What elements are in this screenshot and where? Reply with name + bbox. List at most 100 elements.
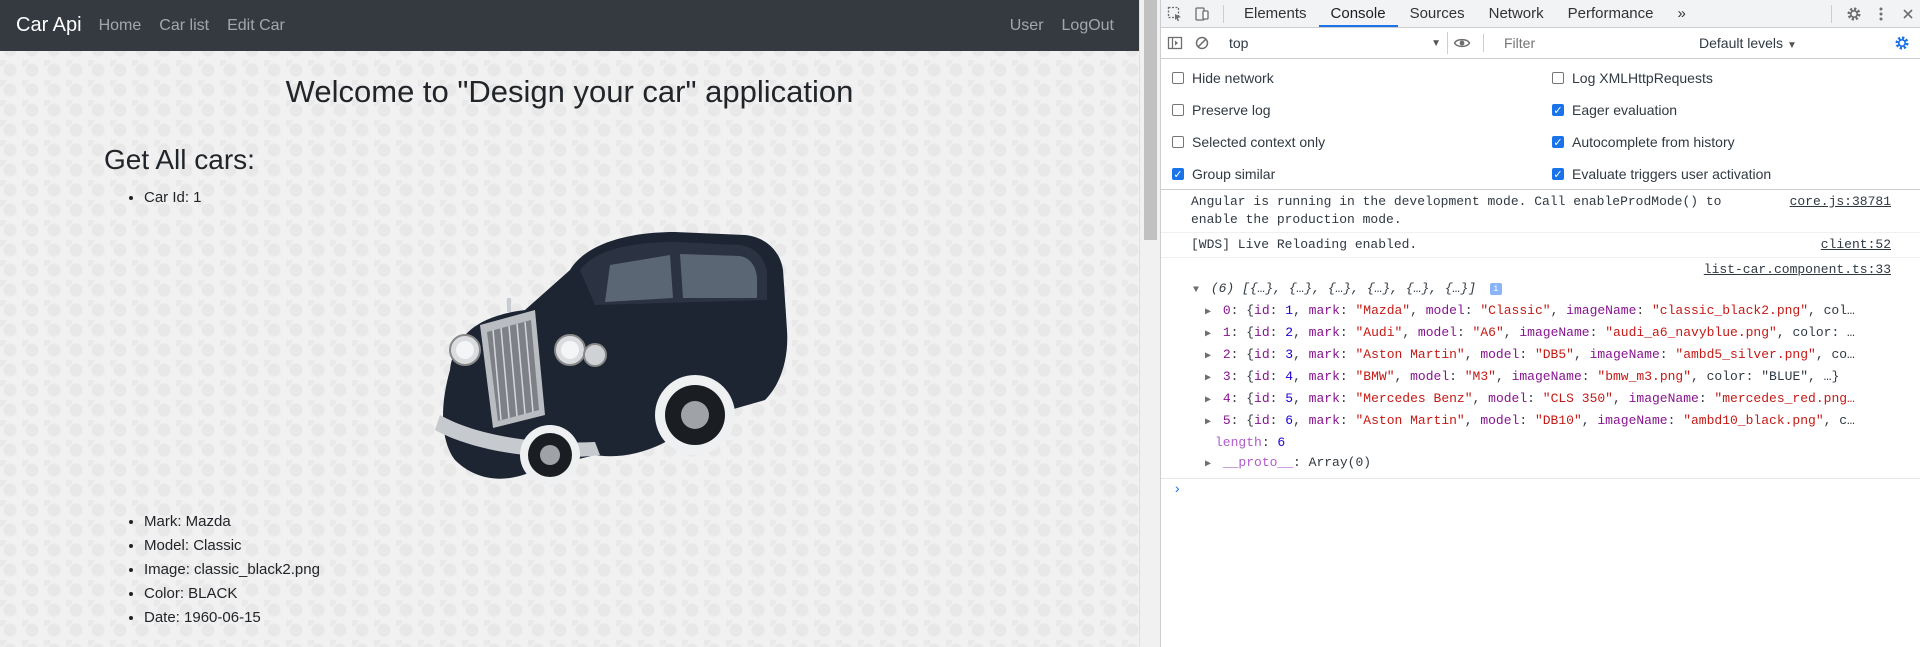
- entry-model: "DB10": [1534, 413, 1582, 428]
- checkbox-eager-evaluation[interactable]: ✓: [1552, 104, 1564, 117]
- checkbox-selected-context-only[interactable]: [1172, 136, 1184, 148]
- checkbox-preserve-log[interactable]: [1172, 104, 1184, 116]
- setting-selected-context-only[interactable]: Selected context only: [1172, 134, 1325, 150]
- collapsed-triangle-icon[interactable]: ▶: [1205, 347, 1215, 367]
- entry-image: "bmw_m3.png": [1597, 369, 1692, 384]
- entry-index: 5: [1222, 413, 1231, 428]
- entry-id: 4: [1285, 369, 1294, 384]
- tab-console[interactable]: Console: [1318, 0, 1398, 27]
- array-entry[interactable]: ▶ 4: {id: 5, mark: "Mercedes Benz", mode…: [1173, 389, 1909, 411]
- checkbox-group-similar[interactable]: ✓: [1172, 168, 1184, 181]
- setting-eager-evaluation[interactable]: ✓ Eager evaluation: [1552, 102, 1677, 118]
- entry-index: 0: [1222, 303, 1231, 318]
- nav-home[interactable]: Home: [90, 17, 151, 35]
- settings-gear-icon[interactable]: [1840, 0, 1867, 27]
- checkbox-autocomplete-history[interactable]: ✓: [1552, 136, 1564, 149]
- car-id-item: Car Id: 1: [144, 186, 202, 210]
- array-entry[interactable]: ▶ 3: {id: 4, mark: "BMW", model: "M3", i…: [1173, 367, 1909, 389]
- entry-rest: , color: "BLUE", …}: [1691, 369, 1840, 384]
- tab-elements[interactable]: Elements: [1232, 0, 1319, 27]
- setting-autocomplete-history[interactable]: ✓ Autocomplete from history: [1552, 134, 1735, 150]
- collapsed-triangle-icon[interactable]: ▶: [1205, 413, 1215, 433]
- entry-mark: "Mercedes Benz": [1355, 391, 1473, 406]
- car-detail-image: Image: classic_black2.png: [144, 558, 320, 582]
- console-settings-gear-icon[interactable]: [1888, 30, 1915, 57]
- nav-logout[interactable]: LogOut: [1053, 17, 1123, 35]
- live-expression-eye-icon[interactable]: [1448, 30, 1475, 57]
- console-filter-input[interactable]: [1500, 32, 1683, 54]
- setting-label: Preserve log: [1192, 102, 1271, 118]
- entry-model: "A6": [1472, 325, 1504, 340]
- entry-index: 4: [1222, 391, 1231, 406]
- scrollbar-thumb[interactable]: [1144, 0, 1157, 240]
- tab-sources[interactable]: Sources: [1398, 0, 1477, 27]
- checkbox-hide-network[interactable]: [1172, 72, 1184, 84]
- array-entry[interactable]: ▶ 1: {id: 2, mark: "Audi", model: "A6", …: [1173, 323, 1909, 345]
- console-message: Angular is running in the development mo…: [1161, 190, 1920, 233]
- kebab-menu-icon[interactable]: [1867, 0, 1894, 27]
- page-scrollbar[interactable]: [1139, 0, 1161, 647]
- car-id-list: Car Id: 1: [104, 186, 202, 210]
- devtools-tabbar: Elements Console Sources Network Perform…: [1161, 0, 1920, 28]
- devtools-panel: Elements Console Sources Network Perform…: [1160, 0, 1920, 647]
- entry-mark: "Aston Martin": [1355, 413, 1465, 428]
- entry-mark: "BMW": [1355, 369, 1395, 384]
- array-entry[interactable]: ▶ 5: {id: 6, mark: "Aston Martin", model…: [1173, 411, 1909, 433]
- entry-rest: , co…: [1815, 347, 1855, 362]
- entry-image: "classic_black2.png": [1652, 303, 1809, 318]
- entry-model: "M3": [1464, 369, 1496, 384]
- entry-image: "mercedes_red.png…: [1714, 391, 1855, 406]
- collapsed-triangle-icon[interactable]: ▶: [1205, 303, 1215, 323]
- entry-model: "Classic": [1480, 303, 1551, 318]
- section-title: Get All cars:: [104, 144, 255, 175]
- device-toolbar-icon[interactable]: [1188, 0, 1215, 27]
- setting-group-similar[interactable]: ✓ Group similar: [1172, 166, 1275, 182]
- setting-log-xmlhttprequests[interactable]: Log XMLHttpRequests: [1552, 70, 1713, 86]
- page-title: Welcome to "Design your car" application: [285, 74, 854, 109]
- info-icon: i: [1489, 282, 1502, 295]
- prompt-chevron-icon: ›: [1173, 482, 1182, 498]
- car-image: [435, 232, 788, 485]
- close-devtools-icon[interactable]: [1894, 0, 1920, 27]
- nav-edit-car[interactable]: Edit Car: [218, 17, 294, 35]
- navbar-right: User LogOut: [1001, 17, 1123, 35]
- message-source-link[interactable]: client:52: [1821, 236, 1891, 254]
- clear-console-icon[interactable]: [1188, 30, 1215, 57]
- entry-mark: "Aston Martin": [1355, 347, 1465, 362]
- setting-label: Group similar: [1192, 166, 1276, 182]
- array-summary[interactable]: ▼ (6) [{…}, {…}, {…}, {…}, {…}, {…}] i: [1173, 279, 1909, 301]
- collapsed-triangle-icon[interactable]: ▶: [1205, 369, 1215, 389]
- brand-link[interactable]: Car Api: [16, 14, 82, 37]
- show-sidebar-icon[interactable]: [1161, 30, 1188, 57]
- setting-preserve-log[interactable]: Preserve log: [1172, 102, 1271, 118]
- nav-car-list[interactable]: Car list: [150, 17, 218, 35]
- inspect-element-icon[interactable]: [1161, 0, 1188, 27]
- checkbox-log-xmlhttprequests[interactable]: [1552, 72, 1564, 84]
- console-prompt[interactable]: ›: [1161, 479, 1920, 501]
- message-source-link[interactable]: core.js:38781: [1790, 193, 1891, 211]
- array-entry[interactable]: ▶ 2: {id: 3, mark: "Aston Martin", model…: [1173, 345, 1909, 367]
- nav-user[interactable]: User: [1001, 17, 1053, 35]
- context-select[interactable]: top ▼: [1223, 32, 1448, 54]
- array-entry[interactable]: ▶ 0: {id: 1, mark: "Mazda", model: "Clas…: [1173, 301, 1909, 323]
- tab-performance[interactable]: Performance: [1556, 0, 1666, 27]
- checkbox-evaluate-triggers[interactable]: ✓: [1552, 168, 1564, 181]
- car-detail-mark: Mark: Mazda: [144, 510, 320, 534]
- setting-hide-network[interactable]: Hide network: [1172, 70, 1274, 86]
- expanded-triangle-icon[interactable]: ▼: [1193, 281, 1203, 301]
- setting-evaluate-triggers[interactable]: ✓ Evaluate triggers user activation: [1552, 166, 1771, 182]
- car-detail-model: Model: Classic: [144, 534, 320, 558]
- log-levels-select[interactable]: Default levels ▼: [1699, 35, 1797, 51]
- console-toolbar: top ▼ Default levels ▼: [1161, 28, 1920, 59]
- collapsed-triangle-icon[interactable]: ▶: [1205, 455, 1215, 475]
- entry-image: "ambd10_black.png": [1683, 413, 1824, 428]
- array-proto[interactable]: ▶ __proto__: Array(0): [1173, 453, 1909, 475]
- more-tabs-icon[interactable]: »: [1666, 0, 1698, 27]
- entry-mark: "Mazda": [1355, 303, 1411, 318]
- collapsed-triangle-icon[interactable]: ▶: [1205, 325, 1215, 345]
- collapsed-triangle-icon[interactable]: ▶: [1205, 391, 1215, 411]
- message-source-link[interactable]: list-car.component.ts:33: [1704, 262, 1891, 277]
- car-detail-date: Date: 1960-06-15: [144, 606, 320, 630]
- entry-index: 3: [1222, 369, 1231, 384]
- tab-network[interactable]: Network: [1477, 0, 1556, 27]
